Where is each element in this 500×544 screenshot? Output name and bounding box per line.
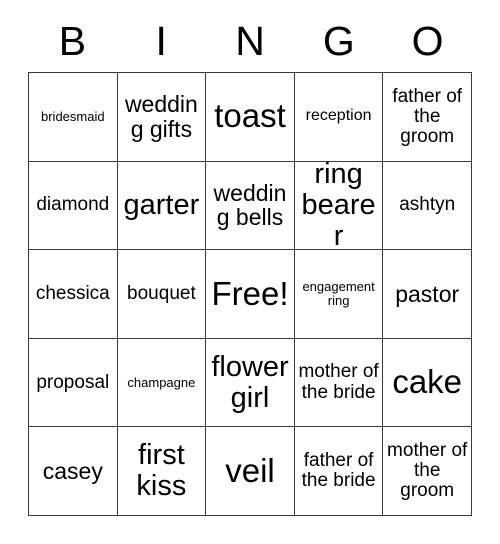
bingo-header-letter-o: O	[411, 17, 444, 64]
bingo-cell-r3c2[interactable]: bouquet	[117, 250, 207, 339]
bingo-cell-r3c4[interactable]: engagement ring	[294, 250, 384, 339]
bingo-cell-r1c3[interactable]: toast	[206, 73, 295, 162]
bingo-header-letter-b: B	[58, 17, 87, 64]
bingo-cell-free-space[interactable]: Free!	[206, 250, 295, 339]
bingo-cell-label: champagne	[127, 374, 196, 390]
bingo-cell-label: bridesmaid	[41, 108, 105, 124]
bingo-cell-label: casey	[42, 458, 103, 484]
bingo-cell-r1c4[interactable]: reception	[294, 73, 384, 162]
bingo-cell-r3c5[interactable]: pastor	[383, 250, 472, 339]
bingo-cell-label: garter	[123, 189, 200, 222]
bingo-cell-label: wedding gifts	[124, 91, 198, 142]
bingo-cell-label: wedding bells	[213, 180, 287, 231]
bingo-cell-r5c5[interactable]: mother of the groom	[383, 427, 472, 516]
bingo-cell-r3c1[interactable]: chessica	[29, 250, 118, 339]
bingo-cell-label: chessica	[35, 282, 110, 304]
bingo-cell-label: bouquet	[127, 282, 196, 304]
bingo-cell-r4c3[interactable]: flower girl	[206, 338, 295, 428]
bingo-cell-r1c5[interactable]: father of the groom	[383, 73, 472, 162]
bingo-grid: bridesmaid wedding gifts toast reception…	[28, 72, 472, 516]
bingo-cell-label: father of the bride	[301, 450, 376, 492]
bingo-cell-label: toast	[214, 97, 286, 135]
bingo-cell-r2c1[interactable]: diamond	[29, 161, 118, 251]
bingo-cell-r5c1[interactable]: casey	[29, 427, 118, 516]
bingo-cell-r2c4[interactable]: ring bearer	[294, 161, 384, 251]
bingo-cell-label: ring bearer	[301, 161, 376, 251]
bingo-header-letter-i: I	[155, 17, 167, 64]
free-space-label: Free!	[211, 274, 289, 312]
bingo-cell-label: mother of the groom	[387, 440, 468, 502]
bingo-cell-r1c2[interactable]: wedding gifts	[117, 73, 207, 162]
bingo-cell-label: cake	[392, 363, 463, 401]
bingo-cell-label: pastor	[395, 280, 460, 307]
bingo-header-letter-n: N	[235, 17, 265, 64]
bingo-header-letter-g: G	[322, 17, 355, 64]
bingo-cell-r5c3[interactable]: veil	[206, 427, 295, 516]
bingo-cell-r4c1[interactable]: proposal	[29, 338, 118, 428]
bingo-cell-r2c3[interactable]: wedding bells	[206, 161, 295, 251]
bingo-cell-r4c2[interactable]: champagne	[117, 338, 207, 428]
bingo-cell-label: veil	[225, 451, 275, 489]
bingo-cell-label: ashtyn	[399, 194, 456, 216]
bingo-header-row: B I N G O	[28, 14, 472, 68]
bingo-cell-label: engagement ring	[302, 279, 375, 308]
bingo-cell-r2c2[interactable]: garter	[117, 161, 207, 251]
bingo-cell-label: father of the groom	[392, 85, 463, 147]
bingo-cell-label: proposal	[36, 371, 110, 393]
bingo-cell-label: diamond	[36, 194, 110, 216]
bingo-cell-label: mother of the bride	[298, 361, 379, 403]
bingo-cell-r1c1[interactable]: bridesmaid	[29, 73, 118, 162]
bingo-cell-r2c5[interactable]: ashtyn	[383, 161, 472, 251]
bingo-cell-label: flower girl	[211, 350, 289, 414]
bingo-cell-r4c4[interactable]: mother of the bride	[294, 338, 384, 428]
bingo-card: B I N G O bridesmaid wedding gifts toast…	[0, 0, 500, 544]
bingo-cell-r5c2[interactable]: first kiss	[117, 427, 207, 516]
bingo-cell-label: reception	[305, 107, 372, 125]
bingo-cell-label: first kiss	[136, 439, 187, 503]
bingo-cell-r5c4[interactable]: father of the bride	[294, 427, 384, 516]
bingo-cell-r4c5[interactable]: cake	[383, 338, 472, 428]
